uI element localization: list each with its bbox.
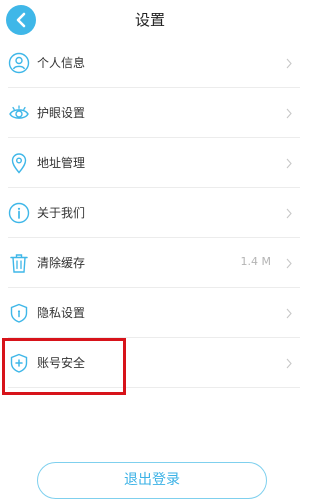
settings-item-label: 关于我们 — [37, 206, 86, 220]
chevron-right-icon — [286, 308, 292, 319]
user-icon — [8, 52, 30, 74]
chevron-right-icon — [286, 208, 292, 219]
chevron-right-icon — [286, 108, 292, 119]
page-title: 设置 — [134, 11, 165, 29]
settings-list: 个人信息 护眼设置 地址管理 关于我们 清除缓存 1.4 M 隐私设置 账号安全 — [0, 38, 300, 388]
highlight-box — [2, 338, 126, 395]
settings-item-label: 护眼设置 — [37, 106, 86, 120]
settings-item-address[interactable]: 地址管理 — [0, 138, 300, 188]
settings-item-label: 隐私设置 — [37, 306, 86, 320]
eye-icon — [9, 105, 29, 119]
settings-item-about[interactable]: 关于我们 — [0, 188, 300, 238]
settings-item-label: 清除缓存 — [37, 256, 86, 270]
shield-icon — [10, 303, 28, 323]
settings-item-label: 地址管理 — [37, 156, 86, 170]
cache-size-value: 1.4 M — [240, 255, 271, 268]
settings-screen: 设置 个人信息 护眼设置 地址管理 关于我们 清除缓存 1.4 M 隐私设置 账… — [0, 0, 300, 499]
settings-item-label: 个人信息 — [37, 56, 86, 70]
chevron-right-icon — [286, 158, 292, 169]
chevron-right-icon — [286, 358, 292, 369]
settings-item-personal-info[interactable]: 个人信息 — [0, 38, 300, 88]
chevron-right-icon — [286, 58, 292, 69]
settings-item-eye-protection[interactable]: 护眼设置 — [0, 88, 300, 138]
settings-item-privacy[interactable]: 隐私设置 — [0, 288, 300, 338]
logout-button[interactable]: 退出登录 — [37, 462, 267, 499]
nav-bar: 设置 — [0, 0, 300, 38]
info-icon — [8, 202, 30, 224]
chevron-right-icon — [286, 258, 292, 269]
settings-item-clear-cache[interactable]: 清除缓存 1.4 M — [0, 238, 300, 288]
trash-icon — [10, 254, 28, 273]
location-pin-icon — [11, 153, 27, 174]
